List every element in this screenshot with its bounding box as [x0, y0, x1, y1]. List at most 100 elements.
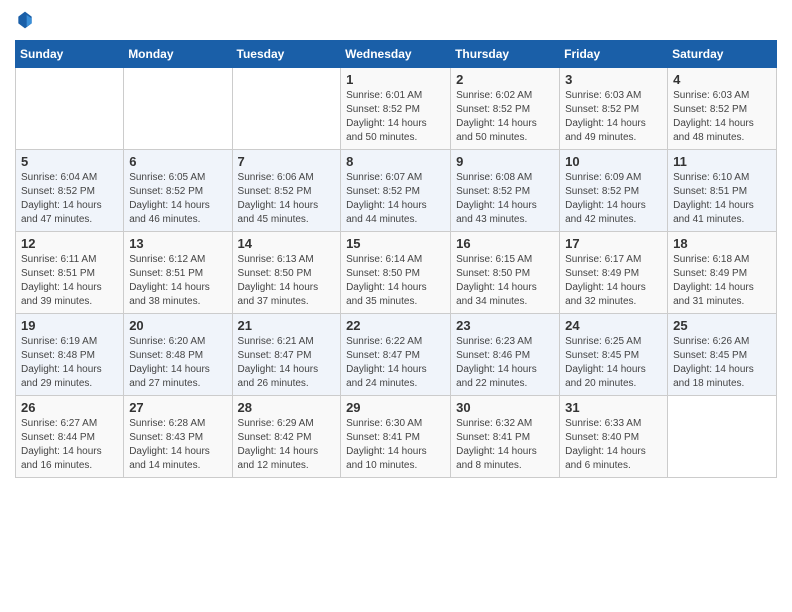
cell-info: Sunrise: 6:01 AM Sunset: 8:52 PM Dayligh… [346, 89, 445, 145]
header [15, 10, 777, 30]
cell-date: 22 [346, 318, 445, 333]
cell-date: 3 [565, 72, 662, 87]
logo [15, 10, 39, 30]
cell-info: Sunrise: 6:02 AM Sunset: 8:52 PM Dayligh… [456, 89, 554, 145]
cell-date: 20 [129, 318, 226, 333]
cell-info: Sunrise: 6:08 AM Sunset: 8:52 PM Dayligh… [456, 171, 554, 227]
cell-info: Sunrise: 6:10 AM Sunset: 8:51 PM Dayligh… [673, 171, 771, 227]
calendar-cell [668, 396, 777, 478]
day-header-friday: Friday [560, 41, 668, 68]
calendar-cell: 7Sunrise: 6:06 AM Sunset: 8:52 PM Daylig… [232, 150, 341, 232]
cell-date: 7 [238, 154, 336, 169]
calendar-cell: 5Sunrise: 6:04 AM Sunset: 8:52 PM Daylig… [16, 150, 124, 232]
cell-info: Sunrise: 6:04 AM Sunset: 8:52 PM Dayligh… [21, 171, 118, 227]
calendar-header: SundayMondayTuesdayWednesdayThursdayFrid… [16, 41, 777, 68]
calendar-cell: 19Sunrise: 6:19 AM Sunset: 8:48 PM Dayli… [16, 314, 124, 396]
calendar-cell: 15 Sunrise: 6:14 AM Sunset: 8:50 PM Dayli… [341, 232, 451, 314]
cell-info: Sunrise: 6:12 AM Sunset: 8:51 PM Dayligh… [129, 253, 226, 309]
calendar-week-3: 12 Sunrise: 6:11 AM Sunset: 8:51 PM Dayli… [16, 232, 777, 314]
day-header-wednesday: Wednesday [341, 41, 451, 68]
cell-info: Sunrise: 6:15 AM Sunset: 8:50 PM Dayligh… [456, 253, 554, 309]
logo-icon [15, 10, 35, 30]
cell-info: Sunrise: 6:11 AM Sunset: 8:51 PM Dayligh… [21, 253, 118, 309]
page: SundayMondayTuesdayWednesdayThursdayFrid… [0, 0, 792, 488]
calendar-cell: 9 Sunrise: 6:08 AM Sunset: 8:52 PM Daylig… [451, 150, 560, 232]
calendar-cell: 3 Sunrise: 6:03 AM Sunset: 8:52 PM Daylig… [560, 68, 668, 150]
cell-date: 11 [673, 154, 771, 169]
calendar-cell: 17 Sunrise: 6:17 AM Sunset: 8:49 PM Dayli… [560, 232, 668, 314]
cell-date: 25 [673, 318, 771, 333]
cell-info: Sunrise: 6:26 AM Sunset: 8:45 PM Dayligh… [673, 335, 771, 391]
cell-date: 12 [21, 236, 118, 251]
cell-date: 27 [129, 400, 226, 415]
cell-info: Sunrise: 6:20 AM Sunset: 8:48 PM Dayligh… [129, 335, 226, 391]
calendar-cell: 13 Sunrise: 6:12 AM Sunset: 8:51 PM Dayli… [124, 232, 232, 314]
cell-info: Sunrise: 6:27 AM Sunset: 8:44 PM Dayligh… [21, 417, 118, 473]
cell-date: 26 [21, 400, 118, 415]
cell-date: 16 [456, 236, 554, 251]
calendar-cell: 20 Sunrise: 6:20 AM Sunset: 8:48 PM Dayli… [124, 314, 232, 396]
day-header-monday: Monday [124, 41, 232, 68]
calendar-cell: 11 Sunrise: 6:10 AM Sunset: 8:51 PM Dayli… [668, 150, 777, 232]
cell-info: Sunrise: 6:30 AM Sunset: 8:41 PM Dayligh… [346, 417, 445, 473]
cell-info: Sunrise: 6:03 AM Sunset: 8:52 PM Dayligh… [565, 89, 662, 145]
cell-info: Sunrise: 6:14 AM Sunset: 8:50 PM Dayligh… [346, 253, 445, 309]
cell-info: Sunrise: 6:13 AM Sunset: 8:50 PM Dayligh… [238, 253, 336, 309]
calendar-cell: 26 Sunrise: 6:27 AM Sunset: 8:44 PM Dayli… [16, 396, 124, 478]
calendar-cell: 28Sunrise: 6:29 AM Sunset: 8:42 PM Dayli… [232, 396, 341, 478]
cell-date: 30 [456, 400, 554, 415]
cell-date: 23 [456, 318, 554, 333]
calendar-cell: 4Sunrise: 6:03 AM Sunset: 8:52 PM Daylig… [668, 68, 777, 150]
calendar-cell [124, 68, 232, 150]
day-header-sunday: Sunday [16, 41, 124, 68]
cell-date: 29 [346, 400, 445, 415]
cell-info: Sunrise: 6:17 AM Sunset: 8:49 PM Dayligh… [565, 253, 662, 309]
calendar-cell [232, 68, 341, 150]
cell-info: Sunrise: 6:22 AM Sunset: 8:47 PM Dayligh… [346, 335, 445, 391]
cell-date: 2 [456, 72, 554, 87]
cell-info: Sunrise: 6:29 AM Sunset: 8:42 PM Dayligh… [238, 417, 336, 473]
cell-date: 18 [673, 236, 771, 251]
cell-date: 14 [238, 236, 336, 251]
day-header-thursday: Thursday [451, 41, 560, 68]
calendar-cell: 24Sunrise: 6:25 AM Sunset: 8:45 PM Dayli… [560, 314, 668, 396]
cell-date: 19 [21, 318, 118, 333]
calendar-cell: 29 Sunrise: 6:30 AM Sunset: 8:41 PM Dayli… [341, 396, 451, 478]
calendar-week-2: 5Sunrise: 6:04 AM Sunset: 8:52 PM Daylig… [16, 150, 777, 232]
calendar-cell: 14 Sunrise: 6:13 AM Sunset: 8:50 PM Dayli… [232, 232, 341, 314]
cell-date: 9 [456, 154, 554, 169]
calendar-cell: 1 Sunrise: 6:01 AM Sunset: 8:52 PM Daylig… [341, 68, 451, 150]
calendar-cell: 31 Sunrise: 6:33 AM Sunset: 8:40 PM Dayli… [560, 396, 668, 478]
cell-date: 13 [129, 236, 226, 251]
cell-info: Sunrise: 6:23 AM Sunset: 8:46 PM Dayligh… [456, 335, 554, 391]
cell-date: 6 [129, 154, 226, 169]
cell-info: Sunrise: 6:33 AM Sunset: 8:40 PM Dayligh… [565, 417, 662, 473]
cell-info: Sunrise: 6:18 AM Sunset: 8:49 PM Dayligh… [673, 253, 771, 309]
calendar-week-1: 1 Sunrise: 6:01 AM Sunset: 8:52 PM Daylig… [16, 68, 777, 150]
cell-date: 1 [346, 72, 445, 87]
calendar-cell: 6 Sunrise: 6:05 AM Sunset: 8:52 PM Daylig… [124, 150, 232, 232]
cell-date: 17 [565, 236, 662, 251]
calendar-body: 1 Sunrise: 6:01 AM Sunset: 8:52 PM Daylig… [16, 68, 777, 478]
cell-info: Sunrise: 6:07 AM Sunset: 8:52 PM Dayligh… [346, 171, 445, 227]
calendar-cell: 21Sunrise: 6:21 AM Sunset: 8:47 PM Dayli… [232, 314, 341, 396]
calendar-cell: 18 Sunrise: 6:18 AM Sunset: 8:49 PM Dayli… [668, 232, 777, 314]
cell-info: Sunrise: 6:03 AM Sunset: 8:52 PM Dayligh… [673, 89, 771, 145]
calendar-cell: 27Sunrise: 6:28 AM Sunset: 8:43 PM Dayli… [124, 396, 232, 478]
cell-info: Sunrise: 6:32 AM Sunset: 8:41 PM Dayligh… [456, 417, 554, 473]
calendar-cell: 25 Sunrise: 6:26 AM Sunset: 8:45 PM Dayli… [668, 314, 777, 396]
cell-date: 24 [565, 318, 662, 333]
cell-date: 10 [565, 154, 662, 169]
calendar-cell: 30 Sunrise: 6:32 AM Sunset: 8:41 PM Dayli… [451, 396, 560, 478]
calendar-week-4: 19Sunrise: 6:19 AM Sunset: 8:48 PM Dayli… [16, 314, 777, 396]
calendar-cell: 12 Sunrise: 6:11 AM Sunset: 8:51 PM Dayli… [16, 232, 124, 314]
calendar-week-5: 26 Sunrise: 6:27 AM Sunset: 8:44 PM Dayli… [16, 396, 777, 478]
cell-date: 31 [565, 400, 662, 415]
cell-info: Sunrise: 6:21 AM Sunset: 8:47 PM Dayligh… [238, 335, 336, 391]
calendar: SundayMondayTuesdayWednesdayThursdayFrid… [15, 40, 777, 478]
cell-date: 15 [346, 236, 445, 251]
day-header-row: SundayMondayTuesdayWednesdayThursdayFrid… [16, 41, 777, 68]
calendar-cell: 16 Sunrise: 6:15 AM Sunset: 8:50 PM Dayli… [451, 232, 560, 314]
day-header-tuesday: Tuesday [232, 41, 341, 68]
cell-info: Sunrise: 6:05 AM Sunset: 8:52 PM Dayligh… [129, 171, 226, 227]
